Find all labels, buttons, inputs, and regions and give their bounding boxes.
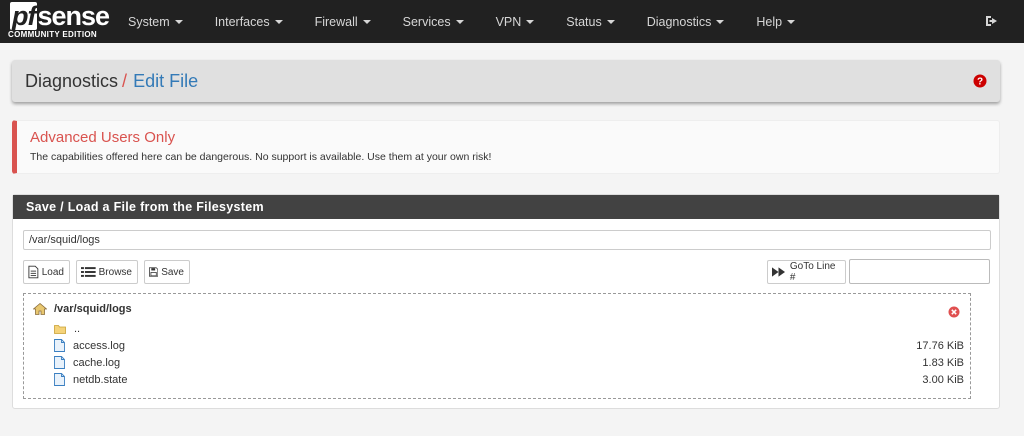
menu-system[interactable]: System <box>112 0 199 43</box>
list-icon <box>81 267 96 277</box>
logo-wordmark: pfsense <box>10 1 110 31</box>
file-text-icon <box>28 265 39 279</box>
file-icon <box>54 339 65 352</box>
caret-down-icon <box>716 19 725 24</box>
goto-line-button[interactable]: GoTo Line # <box>767 260 846 284</box>
menu-diagnostics[interactable]: Diagnostics <box>631 0 741 43</box>
browse-button[interactable]: Browse <box>76 260 138 284</box>
folder-icon <box>54 324 66 334</box>
alert-title: Advanced Users Only <box>30 129 176 146</box>
load-button[interactable]: Load <box>23 260 70 284</box>
svg-text:?: ? <box>977 77 983 88</box>
file-size: 17.76 KiB <box>916 339 964 352</box>
menu-status[interactable]: Status <box>550 0 630 43</box>
home-icon <box>33 303 47 315</box>
file-size: 3.00 KiB <box>922 373 964 386</box>
caret-down-icon <box>362 19 371 24</box>
warning-alert: Advanced Users Only The capabilities off… <box>12 120 1000 174</box>
current-directory: /var/squid/logs <box>33 303 132 315</box>
caret-down-icon <box>274 19 283 24</box>
menu-interfaces[interactable]: Interfaces <box>199 0 299 43</box>
breadcrumb-edit-file[interactable]: Edit File <box>133 71 198 92</box>
alert-text: The capabilities offered here can be dan… <box>30 151 492 163</box>
menu-vpn[interactable]: VPN <box>480 0 551 43</box>
main-menu: System Interfaces Firewall Services VPN … <box>112 0 811 43</box>
file-icon <box>54 373 65 386</box>
caret-down-icon <box>455 19 464 24</box>
file-name: netdb.state <box>73 373 128 386</box>
goto-line-input[interactable] <box>849 259 990 284</box>
fast-forward-icon <box>772 267 786 277</box>
logo-edition: COMMUNITY EDITION <box>8 30 97 39</box>
parent-directory-item[interactable]: .. <box>54 320 964 337</box>
close-icon[interactable] <box>948 306 960 318</box>
question-circle-icon[interactable]: ? <box>973 74 987 88</box>
logout-icon[interactable] <box>984 13 1000 29</box>
file-name: cache.log <box>73 356 121 369</box>
save-button[interactable]: Save <box>144 260 190 284</box>
pfsense-logo[interactable]: pfsense COMMUNITY EDITION <box>0 0 112 43</box>
file-size: 1.83 KiB <box>922 356 964 369</box>
list-item[interactable]: cache.log 1.83 KiB <box>54 354 964 371</box>
menu-help[interactable]: Help <box>740 0 811 43</box>
file-browser: /var/squid/logs .. access.log 17.76 KiB <box>23 293 971 399</box>
breadcrumb-diagnostics: Diagnostics <box>25 70 119 91</box>
panel-heading: Save / Load a File from the Filesystem <box>13 195 999 219</box>
file-name: access.log <box>73 339 125 352</box>
file-panel: Save / Load a File from the Filesystem L… <box>12 194 1000 409</box>
floppy-disk-icon <box>149 267 159 277</box>
top-navbar: pfsense COMMUNITY EDITION System Interfa… <box>0 0 1024 43</box>
list-item[interactable]: netdb.state 3.00 KiB <box>54 371 964 388</box>
caret-down-icon <box>526 19 535 24</box>
list-item[interactable]: access.log 17.76 KiB <box>54 337 964 354</box>
page-title-bar: Diagnostics / Edit File ? <box>12 60 1000 102</box>
caret-down-icon <box>787 19 796 24</box>
menu-firewall[interactable]: Firewall <box>299 0 387 43</box>
menu-services[interactable]: Services <box>387 0 480 43</box>
caret-down-icon <box>174 19 183 24</box>
file-path-input[interactable] <box>23 230 991 250</box>
caret-down-icon <box>606 19 615 24</box>
file-icon <box>54 356 65 369</box>
breadcrumb-separator: / <box>122 70 128 91</box>
